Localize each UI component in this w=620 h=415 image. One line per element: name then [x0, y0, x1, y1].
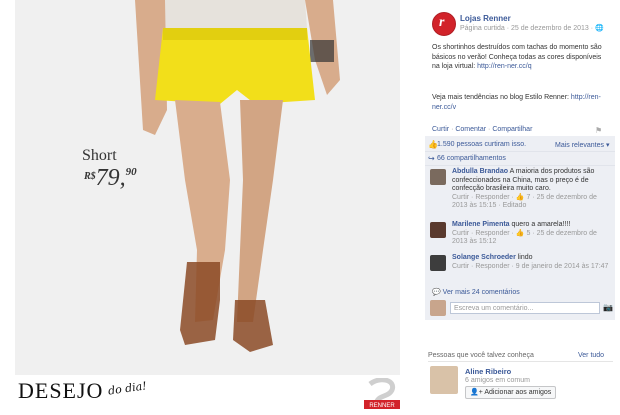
facebook-post-panel: r Lojas Renner Página curtida · 25 de de…	[420, 0, 620, 415]
suggested-friend-avatar[interactable]	[430, 366, 458, 394]
likes-count-link[interactable]: 1.590 pessoas curtiram isso.	[437, 141, 526, 148]
price-currency: R$	[84, 171, 96, 182]
page-avatar[interactable]: r	[432, 12, 456, 36]
commenter-name[interactable]: Marilene Pimenta	[452, 221, 510, 228]
commenter-name[interactable]: Solange Schroeder	[452, 254, 516, 261]
commenter-name[interactable]: Abdulla Brandao	[452, 168, 508, 175]
comment-input[interactable]: Escreva um comentário...	[450, 302, 600, 314]
current-user-avatar	[430, 300, 446, 316]
add-friend-button[interactable]: 👤+ Adicionar aos amigos	[465, 386, 557, 399]
likes-row: 👍 1.590 pessoas curtiram isso. Mais rele…	[425, 138, 615, 152]
relevance-dropdown[interactable]: Mais relevantes ▾	[555, 141, 609, 149]
comment-item: Abdulla Brandao A maioria dos produtos s…	[425, 166, 615, 218]
page-avatar-letter: r	[439, 15, 445, 30]
commenter-avatar[interactable]	[430, 255, 446, 271]
divider	[428, 361, 613, 362]
renner-logo-text: RENNER	[369, 403, 395, 409]
pymk-see-all-link[interactable]: Ver tudo	[578, 352, 604, 359]
comment-item: Marilene Pimenta quero a amarela!!!! Cur…	[425, 219, 615, 251]
comment-body: Abdulla Brandao A maioria dos produtos s…	[452, 168, 610, 211]
comment-meta-actions[interactable]: Curtir · Responder ·	[452, 194, 516, 201]
photo-pane: Short R$79,90 DESEJO do dia! RENNER	[0, 0, 410, 415]
comment-meta: Curtir · Responder · 👍 5 · 25 de dezembr…	[452, 230, 597, 246]
camera-icon[interactable]: 📷	[603, 303, 613, 312]
comment-meta: Curtir · Responder · 👍 7 · 25 de dezembr…	[452, 194, 597, 210]
post-meta: Página curtida · 25 de dezembro de 2013 …	[460, 24, 604, 32]
price-value: 79,	[95, 165, 126, 191]
product-photo[interactable]	[15, 0, 400, 375]
comment-text: quero a amarela!!!!	[509, 221, 571, 228]
more-comments-text: Ver mais 24 comentários	[442, 289, 520, 296]
post-link[interactable]: http://ren-ner.cc/q	[477, 63, 531, 70]
comment-link[interactable]: Comentar	[455, 126, 486, 133]
comment-meta: Curtir · Responder · 9 de janeiro de 201…	[452, 263, 608, 270]
more-comments-link[interactable]: 💬 Ver mais 24 comentários	[432, 288, 520, 296]
like-count-icon: 👍	[515, 229, 525, 237]
share-link[interactable]: Compartilhar	[492, 126, 532, 133]
pymk-title: Pessoas que você talvez conheça	[428, 352, 534, 359]
renner-logo: RENNER	[364, 378, 400, 409]
add-friend-icon: 👤+	[470, 389, 485, 396]
like-count-icon: 👍	[515, 193, 525, 201]
like-link[interactable]: Curtir	[432, 126, 449, 133]
product-label: Short	[82, 147, 117, 164]
comment-item: Solange Schroeder lindo Curtir · Respond…	[425, 252, 615, 284]
share-icon: ↪	[428, 154, 435, 163]
post-actions: Curtir · Comentar · Compartilhar	[432, 126, 533, 133]
price-cents: 90	[125, 166, 137, 178]
commenter-avatar[interactable]	[430, 222, 446, 238]
product-price: R$79,90	[84, 165, 137, 192]
comment-meta-info: 9 de janeiro de 2014 às 17:47	[515, 262, 609, 270]
comment-text: lindo	[515, 254, 533, 261]
suggested-friend-name[interactable]: Aline Ribeiro	[465, 367, 511, 376]
desejo-title: DESEJO	[18, 378, 104, 403]
shares-row: ↪ 66 compartilhamentos	[425, 152, 615, 166]
comment-body: Marilene Pimenta quero a amarela!!!! Cur…	[452, 221, 610, 247]
add-friend-label: Adicionar aos amigos	[484, 389, 552, 396]
desejo-script: do dia!	[107, 379, 148, 398]
comment-meta-actions[interactable]: Curtir · Responder ·	[452, 263, 516, 270]
mutual-friends-link[interactable]: 6 amigos em comum	[465, 377, 530, 384]
post-text2-body: Veja mais tendências no blog Estilo Renn…	[432, 94, 571, 101]
comment-bubble-icon: 💬	[432, 289, 443, 296]
commenter-avatar[interactable]	[430, 169, 446, 185]
model-illustration	[15, 0, 400, 375]
flag-icon[interactable]: ⚑	[595, 126, 602, 135]
comment-body: Solange Schroeder lindo Curtir · Respond…	[452, 254, 610, 271]
page-name-link[interactable]: Lojas Renner	[460, 14, 511, 23]
post-text-2: Veja mais tendências no blog Estilo Renn…	[432, 93, 607, 112]
shares-count-link[interactable]: 66 compartilhamentos	[437, 155, 506, 162]
globe-icon: 🌐	[595, 25, 604, 32]
comment-meta-actions[interactable]: Curtir · Responder ·	[452, 230, 516, 237]
post-meta-text: Página curtida · 25 de dezembro de 2013 …	[460, 25, 596, 32]
comment-composer: Escreva um comentário... 📷	[430, 300, 613, 316]
post-text: Os shortinhos destruídos com tachas do m…	[432, 43, 607, 72]
